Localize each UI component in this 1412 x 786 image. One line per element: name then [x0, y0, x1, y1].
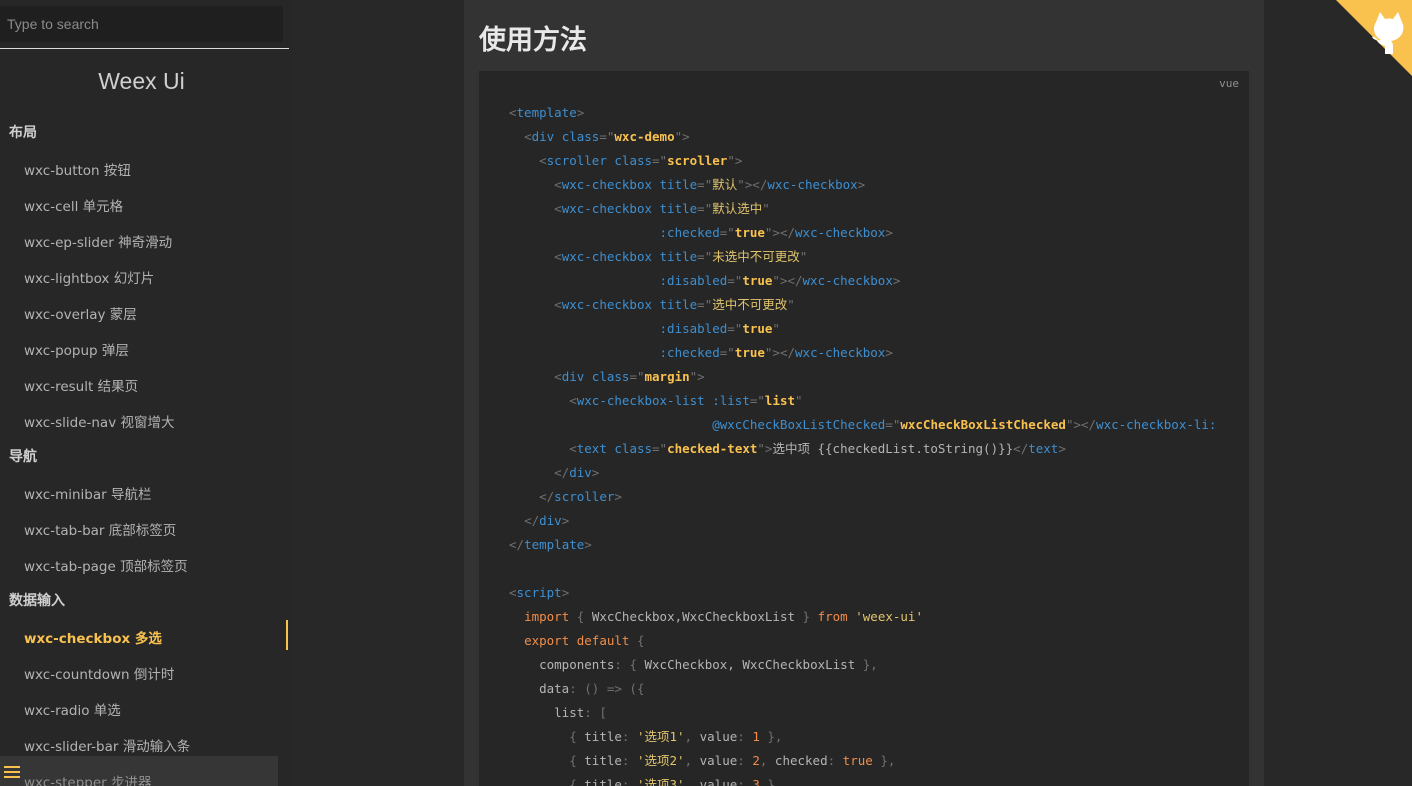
sidebar-item-lightbox[interactable]: wxc-lightbox 幻灯片: [24, 267, 154, 287]
sidebar-item-result[interactable]: wxc-result 结果页: [24, 375, 138, 395]
sidebar: Weex Ui 布局 wxc-button 按钮 wxc-cell 单元格 wx…: [0, 0, 293, 786]
nav-section-navigation: 导航: [9, 449, 37, 465]
page-heading: 使用方法: [479, 25, 587, 56]
nav-section-layout: 布局: [9, 125, 37, 141]
code-block: vue <template> <div class="wxc-demo"> <s…: [479, 71, 1249, 786]
sidebar-item-countdown[interactable]: wxc-countdown 倒计时: [24, 663, 174, 683]
sidebar-item-slide-nav[interactable]: wxc-slide-nav 视窗增大: [24, 411, 174, 431]
nav-section-data-input: 数据输入: [9, 593, 65, 609]
sidebar-item-radio[interactable]: wxc-radio 单选: [24, 699, 121, 719]
sidebar-item-minibar[interactable]: wxc-minibar 导航栏: [24, 483, 151, 503]
sidebar-item-button[interactable]: wxc-button 按钮: [24, 159, 131, 179]
sidebar-item-ep-slider[interactable]: wxc-ep-slider 神奇滑动: [24, 231, 172, 251]
search-bar: [0, 0, 289, 49]
search-input[interactable]: [0, 6, 283, 42]
sidebar-item-tab-page[interactable]: wxc-tab-page 顶部标签页: [24, 555, 188, 575]
code-language-label: vue: [1219, 77, 1239, 90]
sidebar-item-checkbox[interactable]: wxc-checkbox 多选: [24, 627, 162, 647]
github-octocat-icon[interactable]: [1336, 0, 1412, 76]
sidebar-item-tab-bar[interactable]: wxc-tab-bar 底部标签页: [24, 519, 176, 539]
sidebar-item-stepper[interactable]: wxc-stepper 步进器: [24, 771, 152, 786]
sidebar-item-slider-bar[interactable]: wxc-slider-bar 滑动输入条: [24, 735, 190, 755]
sidebar-item-popup[interactable]: wxc-popup 弹层: [24, 339, 129, 359]
active-indicator: [286, 620, 288, 650]
code-content: <template> <div class="wxc-demo"> <scrol…: [509, 105, 1217, 786]
hamburger-menu-icon[interactable]: [4, 766, 20, 778]
sidebar-item-overlay[interactable]: wxc-overlay 蒙层: [24, 303, 137, 323]
sidebar-item-cell[interactable]: wxc-cell 单元格: [24, 195, 123, 215]
app-title[interactable]: Weex Ui: [0, 68, 283, 95]
